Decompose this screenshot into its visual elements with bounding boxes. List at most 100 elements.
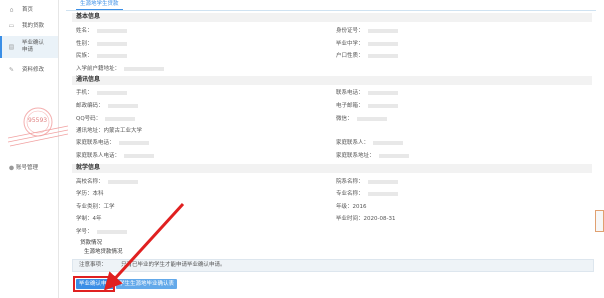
field-qq-label: QQ号码： [76, 116, 102, 122]
field-family-contact-phone-label: 家庭联系人电话： [76, 153, 121, 159]
redacted-value [96, 90, 127, 95]
field-grad-date: 毕业时间：2020-08-31 [336, 215, 395, 223]
field-name-label: 姓名： [76, 28, 93, 34]
redacted-value [367, 90, 398, 95]
field-qq: QQ号码： [76, 115, 136, 123]
field-name: 姓名： [76, 27, 127, 35]
field-hukou-address: 入学前户籍地址： [76, 65, 165, 73]
sidebar-item-profile-edit[interactable]: ✎ 资料修改 [0, 60, 58, 80]
notice-bar: 注意事项： 只有已毕业的学生才能申请毕业确认申请。 [72, 259, 594, 272]
edit-icon: ✎ [8, 66, 15, 74]
document-icon: ▤ [8, 43, 15, 51]
graduation-confirm-form-button[interactable]: 学生生源地毕业确认表 [116, 279, 178, 289]
tab-bar: 生源地学生贷款 [66, 0, 596, 11]
field-gender-label: 性别： [76, 41, 93, 47]
sidebar-item-label: 毕业确认 申请 [22, 40, 45, 53]
highlight-box [73, 276, 115, 292]
field-gender: 性别： [76, 40, 127, 48]
main-panel: 生源地学生贷款 基本信息 姓名： 身份证号： 性别： 毕业中学： 民族： 户口性… [66, 0, 596, 298]
field-family-phone-label: 家庭联系电话： [76, 140, 115, 146]
field-major-type-label: 专业类别： [76, 204, 104, 210]
field-education-value: 本科 [92, 191, 104, 197]
field-email: 电子邮箱： [336, 102, 398, 110]
field-family-phone: 家庭联系电话： [76, 139, 149, 147]
folder-icon: ▭ [8, 22, 15, 30]
field-school-label: 高校名称： [76, 179, 104, 185]
section-bar-study [72, 164, 592, 173]
field-faculty: 院系名称： [336, 178, 398, 186]
field-years: 学制：4年 [76, 215, 102, 223]
redacted-value [124, 153, 155, 158]
loan-title: 贷款情况 [80, 240, 103, 246]
sidebar-item-graduation-confirm[interactable]: ▤ 毕业确认 申请 [0, 36, 58, 58]
field-student-no: 学号： [76, 228, 127, 236]
field-phone-label: 联系电话： [336, 90, 364, 96]
redacted-value [367, 41, 398, 46]
field-faculty-label: 院系名称： [336, 179, 364, 185]
field-education: 学历：本科 [76, 190, 104, 198]
field-postcode-label: 邮政编码： [76, 103, 104, 109]
field-wechat: 微信： [336, 115, 387, 123]
redacted-value [367, 179, 398, 184]
field-family-address-label: 家庭联系地址： [336, 153, 375, 159]
side-float-badge[interactable] [595, 210, 604, 232]
field-student-no-label: 学号： [76, 229, 93, 235]
redacted-value [367, 53, 398, 58]
redacted-value [96, 53, 127, 58]
redacted-value [96, 41, 127, 46]
sidebar-item-label: 账号管理 [16, 164, 39, 171]
field-hs-grad: 毕业中学： [336, 40, 398, 48]
field-family-address: 家庭联系地址： [336, 152, 409, 160]
field-address: 通讯地址：内蒙古工业大学 [76, 127, 142, 135]
sidebar-item-my-loans[interactable]: ▭ 我的贷款 [0, 16, 58, 36]
redacted-value [373, 140, 404, 145]
notice-text: 只有已毕业的学生才能申请毕业确认申请。 [121, 262, 226, 268]
sidebar-item-label: 我的贷款 [22, 22, 45, 29]
field-grad-date-value: 2020-08-31 [363, 216, 396, 222]
redacted-value [107, 103, 138, 108]
field-mobile: 手机： [76, 89, 127, 97]
field-address-label: 通讯地址： [76, 128, 104, 134]
field-wechat-label: 微信： [336, 116, 353, 122]
field-phone: 联系电话： [336, 89, 398, 97]
field-id-no: 身份证号： [336, 27, 398, 35]
field-hs-grad-label: 毕业中学： [336, 41, 364, 47]
field-school: 高校名称： [76, 178, 138, 186]
redacted-value [367, 191, 398, 196]
redacted-value [96, 28, 127, 33]
section-title-study: 就学信息 [76, 164, 101, 171]
field-major-type: 专业类别：工学 [76, 203, 115, 211]
field-postcode: 邮政编码： [76, 102, 138, 110]
field-family-contact: 家庭联系人： [336, 139, 404, 147]
field-major-label: 专业名称： [336, 191, 364, 197]
field-grade-value: 2016 [352, 204, 367, 210]
redacted-value [107, 179, 138, 184]
field-address-value: 内蒙古工业大学 [103, 128, 143, 134]
field-email-label: 电子邮箱： [336, 103, 364, 109]
redacted-value [378, 153, 409, 158]
field-grad-date-label: 毕业时间： [336, 216, 364, 222]
section-bar-basic [72, 13, 592, 22]
notice-key: 注意事项： [79, 262, 107, 268]
redacted-value [96, 229, 127, 234]
section-bar-contact [72, 76, 592, 85]
field-years-label: 学制： [76, 216, 93, 222]
home-icon: ⌂ [9, 6, 14, 14]
field-education-label: 学历： [76, 191, 93, 197]
field-hukou-label: 户口性质： [336, 53, 364, 59]
section-title-basic: 基本信息 [76, 13, 101, 20]
field-hukou: 户口性质： [336, 52, 398, 60]
loan-subtitle: 生源地贷款情况 [84, 249, 123, 255]
field-id-no-label: 身份证号： [336, 28, 364, 34]
field-years-value: 4年 [92, 216, 102, 222]
field-hukou-address-label: 入学前户籍地址： [76, 66, 121, 72]
redacted-value [367, 28, 398, 33]
section-title-contact: 通讯信息 [76, 76, 101, 83]
redacted-value [356, 116, 387, 121]
redacted-value [124, 66, 165, 71]
tab-student-loan[interactable]: 生源地学生贷款 [76, 0, 123, 10]
field-family-contact-phone: 家庭联系人电话： [76, 152, 155, 160]
redacted-value [105, 116, 136, 121]
field-grade: 年级：2016 [336, 203, 367, 211]
redacted-value [367, 103, 398, 108]
